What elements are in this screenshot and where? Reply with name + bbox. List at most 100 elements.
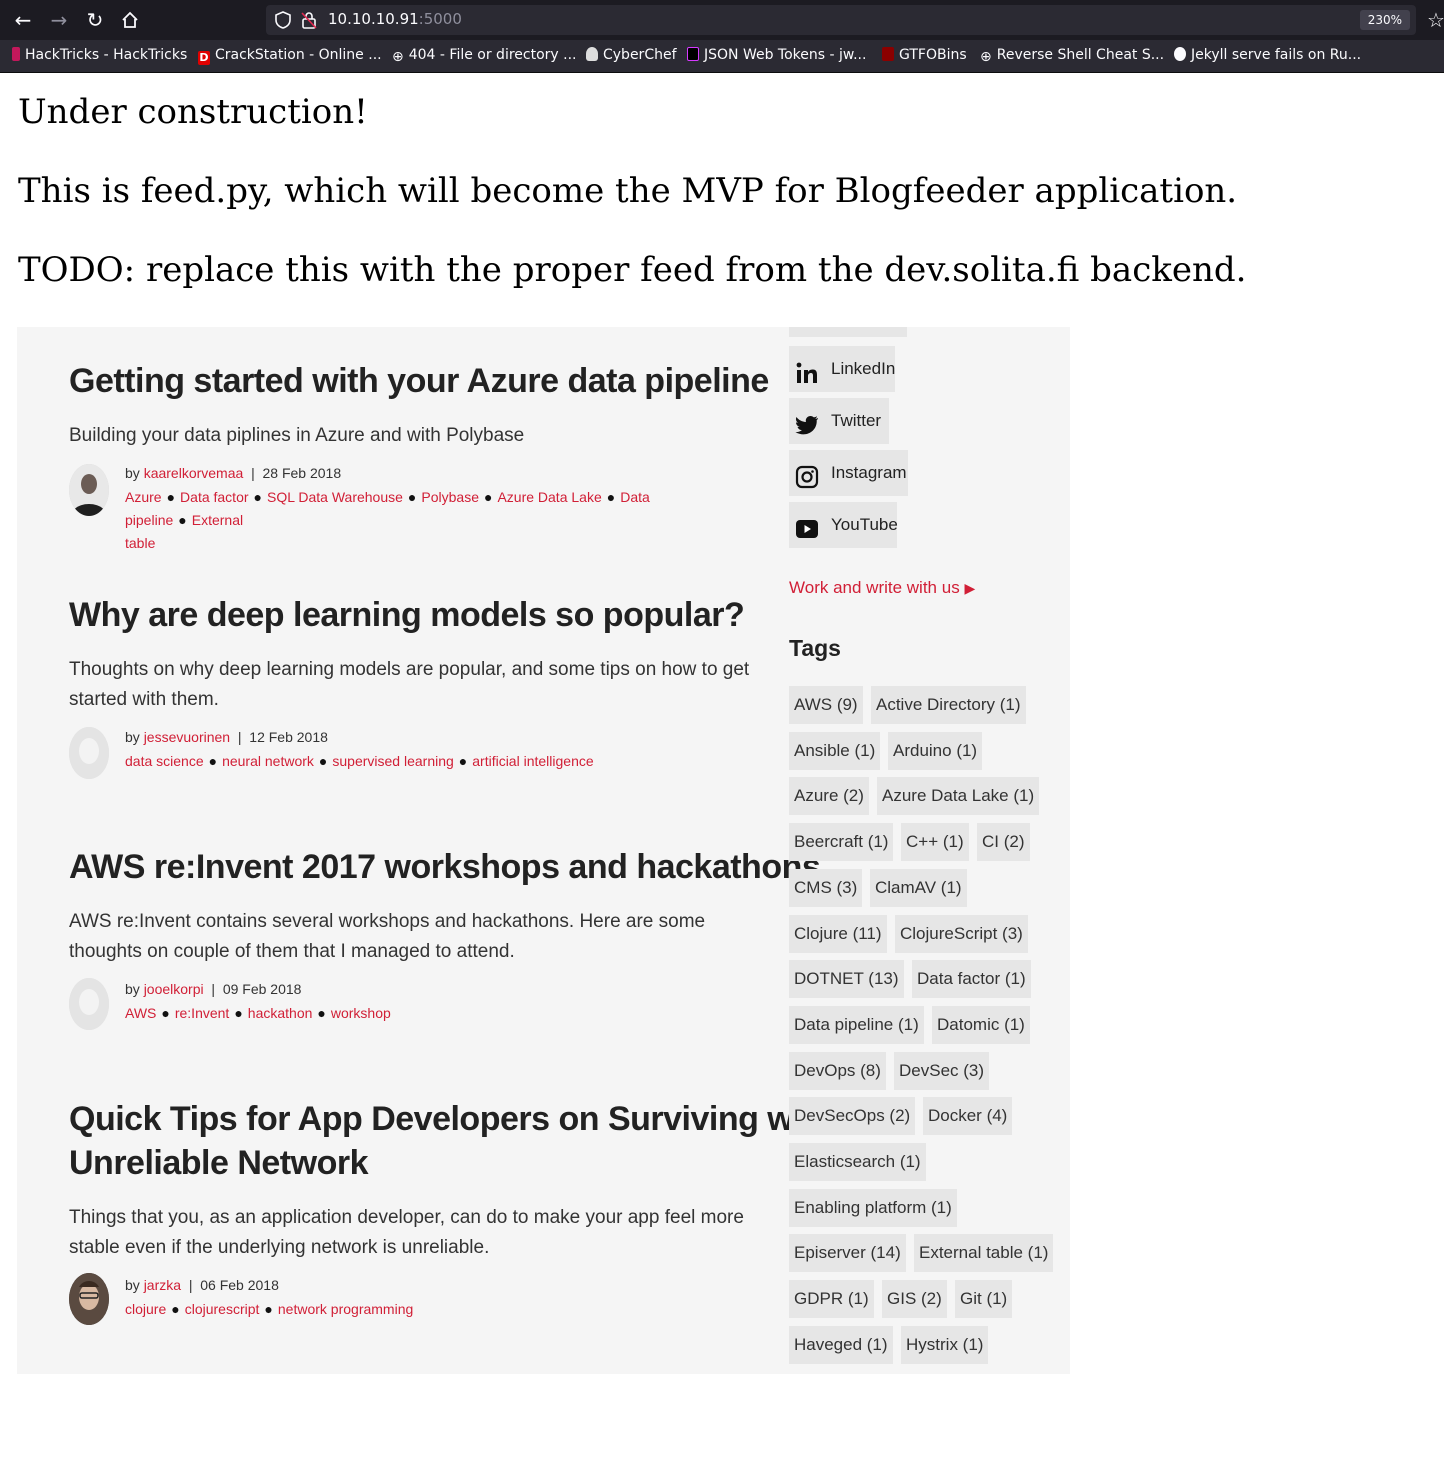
post-title[interactable]: Why are deep learning models so popular? [69, 593, 745, 637]
bookmark-jekyll[interactable]: Jekyll serve fails on Ru... [1174, 47, 1361, 65]
sidebar-tag[interactable]: Haveged (1) [789, 1326, 893, 1364]
work-link-label: Work and write with us [789, 578, 960, 597]
tag-link[interactable]: artificial intelligence [472, 753, 593, 769]
sidebar-tag[interactable]: CI (2) [977, 823, 1030, 861]
sidebar-tag[interactable]: CMS (3) [789, 869, 863, 907]
github-favicon-icon [1174, 47, 1186, 61]
zoom-level-badge[interactable]: 230% [1359, 10, 1410, 30]
shield-icon[interactable] [274, 11, 292, 33]
social-youtube[interactable]: YouTube [789, 502, 898, 548]
tag-link[interactable]: clojure [125, 1301, 166, 1317]
sidebar-tag[interactable]: Beercraft (1) [789, 823, 894, 861]
sidebar-tag[interactable]: Arduino (1) [888, 732, 983, 770]
bookmark-label: HackTricks - HackTricks [25, 47, 188, 63]
sidebar-tag[interactable]: DevSec (3) [894, 1052, 990, 1090]
tag-link[interactable]: Data factor [180, 489, 248, 505]
bookmark-star-icon[interactable]: ☆ [1424, 8, 1444, 32]
sidebar-tag[interactable]: Docker (4) [923, 1097, 1013, 1135]
bookmark-hacktricks[interactable]: HackTricks - HackTricks [12, 47, 187, 65]
social-linkedin[interactable]: LinkedIn [789, 346, 895, 392]
address-bar[interactable]: 10.10.10.91:5000 230% [266, 5, 1416, 35]
tag-link[interactable]: External [192, 512, 243, 528]
sidebar-tag[interactable]: Azure Data Lake (1) [877, 777, 1040, 815]
sidebar-tag[interactable]: Ansible (1) [789, 732, 881, 770]
sidebar-tag[interactable]: Azure (2) [789, 777, 869, 815]
bookmarks-bar: HackTricks - HackTricks D CrackStation - … [0, 40, 1444, 73]
tag-link[interactable]: supervised learning [332, 753, 453, 769]
tag-link[interactable]: AWS [125, 1005, 156, 1021]
sidebar-tag[interactable]: ClamAV (1) [870, 869, 967, 907]
bookmark-label: Reverse Shell Cheat S... [996, 47, 1165, 63]
text-feed-description: This is feed.py, which will become the M… [18, 171, 1238, 211]
tag-link[interactable]: Polybase [421, 489, 479, 505]
tag-link[interactable]: re:Invent [175, 1005, 229, 1021]
sidebar-tag[interactable]: DevSecOps (2) [789, 1097, 916, 1135]
bookmark-404[interactable]: ⊕ 404 - File or directory ... [392, 47, 577, 65]
sidebar-tag[interactable]: Elasticsearch (1) [789, 1143, 926, 1181]
sidebar-tag[interactable]: AWS (9) [789, 686, 863, 724]
social-instagram[interactable]: Instagram [789, 450, 908, 496]
post-title[interactable]: Quick Tips for App Developers on Survivi… [69, 1097, 834, 1185]
sidebar-tag[interactable]: Data factor (1) [912, 960, 1031, 998]
sidebar-tag[interactable]: ClojureScript (3) [895, 915, 1028, 953]
by-label: by [125, 981, 140, 997]
back-arrow-icon[interactable]: ← [11, 8, 35, 32]
author-link[interactable]: jooelkorpi [144, 981, 204, 997]
bookmark-crackstation[interactable]: D CrackStation - Online ... [198, 47, 382, 65]
tag-link[interactable]: neural network [222, 753, 314, 769]
tag-link[interactable]: Azure Data Lake [497, 489, 601, 505]
globe-icon: ⊕ [392, 49, 404, 65]
home-icon[interactable] [118, 8, 142, 32]
sidebar-tag[interactable]: DevOps (8) [789, 1052, 886, 1090]
author-link[interactable]: kaarelkorvemaa [144, 465, 244, 481]
sidebar-tag[interactable]: Active Directory (1) [871, 686, 1026, 724]
tag-link[interactable]: table [125, 535, 155, 551]
insecure-lock-icon[interactable] [300, 11, 318, 33]
forward-arrow-icon[interactable]: → [47, 8, 71, 32]
social-twitter[interactable]: Twitter [789, 398, 889, 444]
work-with-us-link[interactable]: Work and write with us ▶ [789, 578, 975, 598]
post-title[interactable]: Getting started with your Azure data pip… [69, 359, 769, 403]
bookmark-reverse-shell[interactable]: ⊕ Reverse Shell Cheat S... [980, 47, 1164, 65]
post-title-line: Quick Tips for App Developers on Survivi… [69, 1100, 834, 1138]
post-description: Building your data piplines in Azure and… [69, 425, 525, 446]
sidebar-tag[interactable]: GIS (2) [882, 1280, 947, 1318]
jwt-favicon-icon [687, 47, 699, 61]
post-title[interactable]: AWS re:Invent 2017 workshops and hackath… [69, 845, 821, 889]
tag-link[interactable]: network programming [278, 1301, 413, 1317]
bookmark-jwt[interactable]: JSON Web Tokens - jw... [687, 47, 866, 65]
sidebar-tag[interactable]: External table (1) [914, 1234, 1054, 1272]
sidebar-tag[interactable]: Episerver (14) [789, 1234, 906, 1272]
url-text[interactable]: 10.10.10.91:5000 [328, 10, 462, 28]
tag-link[interactable]: SQL Data Warehouse [267, 489, 403, 505]
sidebar-tag[interactable]: Hystrix (1) [901, 1326, 989, 1364]
author-avatar [69, 464, 109, 516]
post-meta: by jessevuorinen | 12 Feb 2018 [125, 729, 328, 745]
sidebar-tag[interactable]: DOTNET (13) [789, 960, 904, 998]
tag-link[interactable]: clojurescript [185, 1301, 260, 1317]
crackstation-favicon-icon: D [198, 51, 210, 65]
bookmark-gtfobins[interactable]: GTFOBins [882, 47, 967, 65]
sidebar-tag[interactable]: Git (1) [955, 1280, 1013, 1318]
sidebar-tag[interactable]: Clojure (11) [789, 915, 887, 953]
sidebar-tag[interactable]: Datomic (1) [932, 1006, 1030, 1044]
bookmark-cyberchef[interactable]: CyberChef [586, 47, 677, 65]
sidebar-tag[interactable]: GDPR (1) [789, 1280, 874, 1318]
author-link[interactable]: jarzka [144, 1277, 181, 1293]
post-meta: by kaarelkorvemaa | 28 Feb 2018 [125, 465, 342, 481]
reload-icon[interactable]: ↻ [83, 8, 107, 32]
blog-feed-image: Getting started with your Azure data pip… [17, 327, 1070, 1374]
bookmark-label: GTFOBins [899, 47, 967, 63]
sidebar-tag[interactable]: Enabling platform (1) [789, 1189, 957, 1227]
instagram-icon [795, 461, 819, 489]
author-link[interactable]: jessevuorinen [144, 729, 230, 745]
globe-icon: ⊕ [980, 49, 992, 65]
post-date: 09 Feb 2018 [222, 981, 302, 997]
tag-link[interactable]: workshop [331, 1005, 391, 1021]
social-item-cropped[interactable] [789, 327, 907, 337]
sidebar-tag[interactable]: C++ (1) [901, 823, 969, 861]
sidebar-tag[interactable]: Data pipeline (1) [789, 1006, 924, 1044]
tag-link[interactable]: data science [125, 753, 204, 769]
tag-link[interactable]: Azure [125, 489, 162, 505]
tag-link[interactable]: hackathon [248, 1005, 313, 1021]
